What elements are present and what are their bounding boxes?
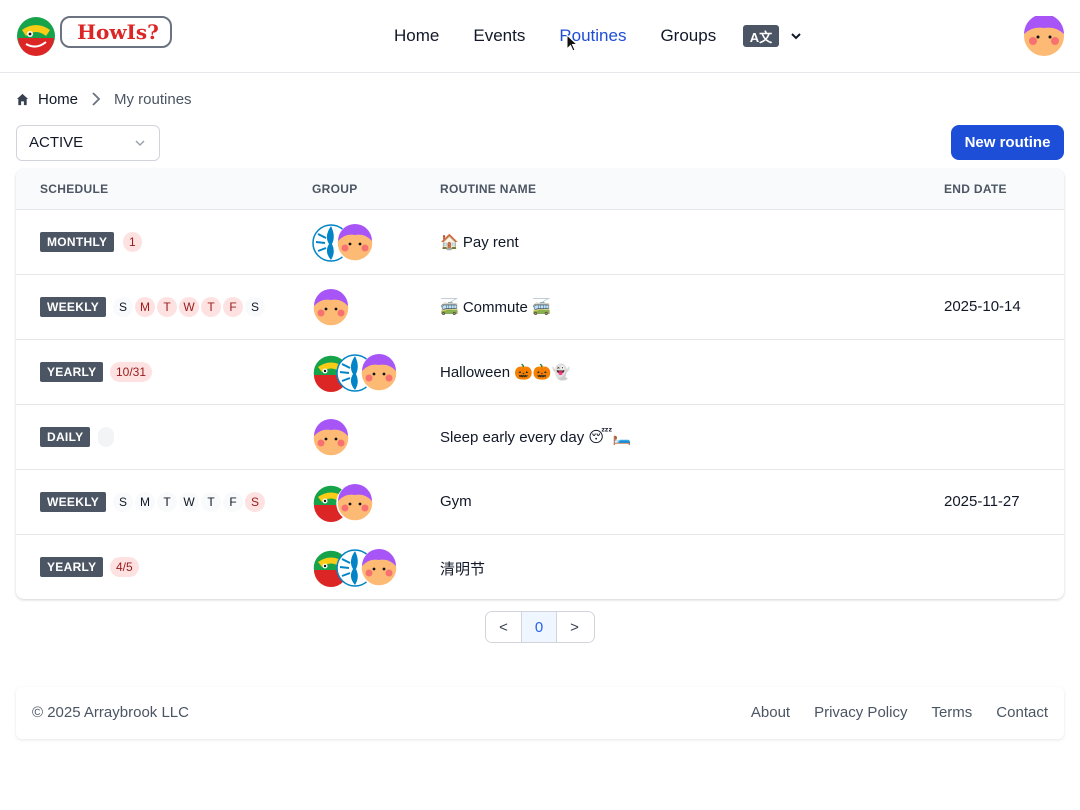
- table-row[interactable]: WEEKLY SMTWTFS Gym 2025-11-27: [16, 469, 1064, 534]
- end-date: 2025-11-27: [944, 493, 1020, 510]
- footer-link-privacy-policy[interactable]: Privacy Policy: [814, 704, 907, 721]
- user-avatar[interactable]: [1024, 16, 1064, 56]
- table-row[interactable]: YEARLY 10/31 Halloween 🎃🎃👻: [16, 339, 1064, 404]
- breadcrumb-home-link[interactable]: Home: [38, 91, 78, 108]
- routines-table: SCHEDULE GROUP ROUTINE NAME END DATE MON…: [16, 169, 1064, 599]
- table-header: SCHEDULE GROUP ROUTINE NAME END DATE: [16, 169, 1064, 209]
- table-row[interactable]: WEEKLY SMTWTFS 🚎 Commute 🚎 2025-10-14: [16, 274, 1064, 339]
- schedule-badge: MONTHLY: [40, 232, 115, 252]
- language-selector[interactable]: A文: [743, 25, 801, 47]
- girl-avatar-icon: [312, 289, 350, 327]
- column-header-routine-name: ROUTINE NAME: [440, 182, 537, 196]
- footer-link-about[interactable]: About: [751, 704, 790, 721]
- prev-page-button[interactable]: <: [486, 612, 521, 642]
- column-header-schedule: SCHEDULE: [40, 182, 109, 196]
- page-footer: © 2025 Arraybrook LLC About Privacy Poli…: [16, 687, 1064, 739]
- schedule-badge: WEEKLY: [40, 297, 107, 317]
- logo-wordmark-text: HowIs?: [77, 20, 159, 44]
- schedule-detail-pill: 1: [123, 232, 142, 252]
- breadcrumb: Home My routines: [16, 90, 192, 108]
- chevron-right-icon: [92, 92, 101, 106]
- weekday-indicators: SMTWTFS: [113, 297, 267, 317]
- table-row[interactable]: YEARLY 4/5 清明节: [16, 534, 1064, 599]
- weekday-indicator: S: [245, 492, 265, 512]
- app-logo[interactable]: HowIs?: [16, 14, 176, 58]
- nav-groups[interactable]: Groups: [660, 26, 716, 48]
- weekday-indicators: SMTWTFS: [113, 492, 267, 512]
- weekday-indicator: F: [223, 297, 243, 317]
- footer-link-contact[interactable]: Contact: [996, 704, 1048, 721]
- nav-home[interactable]: Home: [394, 26, 439, 48]
- girl-avatar-icon: [336, 224, 374, 262]
- table-row[interactable]: DAILY Sleep early every day 😴🛏️: [16, 404, 1064, 469]
- weekday-indicator: T: [157, 297, 177, 317]
- weekday-indicator: S: [113, 492, 133, 512]
- footer-link-terms[interactable]: Terms: [931, 704, 972, 721]
- weekday-indicator: S: [245, 297, 265, 317]
- home-icon: [16, 93, 29, 105]
- chevron-down-icon: [135, 140, 145, 147]
- weekday-indicator: F: [223, 492, 243, 512]
- mouse-cursor-icon: [566, 34, 578, 52]
- table-row[interactable]: MONTHLY 1 🏠 Pay rent: [16, 209, 1064, 274]
- column-header-group: GROUP: [312, 182, 358, 196]
- weekday-indicator: M: [135, 297, 155, 317]
- translate-icon: A文: [743, 25, 779, 47]
- schedule-badge: WEEKLY: [40, 492, 107, 512]
- routine-name: 🚎 Commute 🚎: [440, 299, 551, 316]
- logo-wordmark: HowIs?: [60, 16, 172, 48]
- routine-name: Halloween 🎃🎃👻: [440, 364, 571, 381]
- schedule-detail-pill: [98, 427, 114, 447]
- schedule-badge: YEARLY: [40, 362, 104, 382]
- weekday-indicator: W: [179, 297, 199, 317]
- weekday-indicator: T: [201, 492, 221, 512]
- lizard-logo-icon: [17, 17, 55, 56]
- chevron-down-icon: [791, 33, 801, 40]
- footer-links: About Privacy Policy Terms Contact: [727, 704, 1048, 721]
- weekday-indicator: T: [157, 492, 177, 512]
- routine-name: 清明节: [440, 561, 486, 578]
- girl-avatar-icon: [360, 354, 398, 392]
- girl-avatar-icon: [336, 484, 374, 522]
- routine-name: 🏠 Pay rent: [440, 234, 519, 251]
- routine-name: Gym: [440, 493, 472, 510]
- column-header-end-date: END DATE: [944, 182, 1007, 196]
- status-filter-value: ACTIVE: [29, 134, 84, 151]
- girl-avatar-icon: [312, 419, 350, 457]
- weekday-indicator: W: [179, 492, 199, 512]
- next-page-button[interactable]: >: [557, 612, 592, 642]
- breadcrumb-current: My routines: [114, 90, 192, 108]
- schedule-detail-pill: 10/31: [110, 362, 153, 382]
- status-filter-select[interactable]: ACTIVE: [16, 125, 160, 161]
- schedule-badge: YEARLY: [40, 557, 104, 577]
- schedule-badge: DAILY: [40, 427, 91, 447]
- top-header: HowIs? Home Events Routines Groups A文: [0, 0, 1080, 73]
- routine-name: Sleep early every day 😴🛏️: [440, 429, 632, 446]
- new-routine-button[interactable]: New routine: [951, 125, 1064, 160]
- weekday-indicator: S: [113, 297, 133, 317]
- current-page-button[interactable]: 0: [521, 612, 557, 642]
- girl-avatar-icon: [360, 549, 398, 587]
- schedule-detail-pill: 4/5: [110, 557, 139, 577]
- weekday-indicator: T: [201, 297, 221, 317]
- weekday-indicator: M: [135, 492, 155, 512]
- pagination: < 0 >: [485, 611, 595, 643]
- nav-events[interactable]: Events: [473, 26, 525, 48]
- end-date: 2025-10-14: [944, 298, 1021, 315]
- copyright-text: © 2025 Arraybrook LLC: [32, 704, 189, 721]
